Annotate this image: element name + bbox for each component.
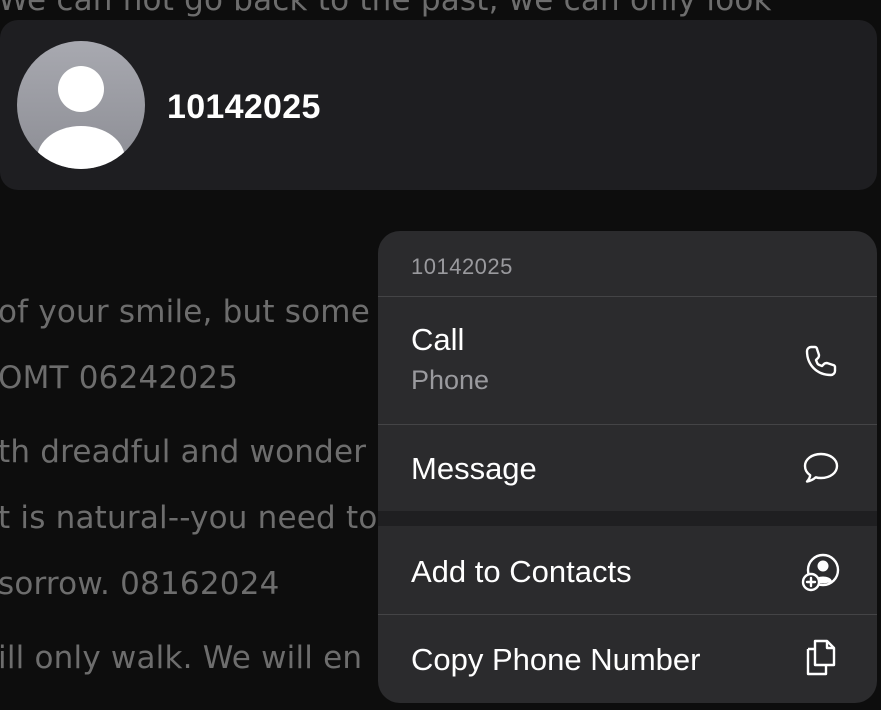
add-contact-icon [801,552,841,592]
menu-header-title: 10142025 [411,254,513,279]
menu-group-separator [378,511,877,526]
person-silhouette-icon [37,66,125,169]
background-line: sorrow. 08162024 [0,566,280,602]
message-label: Message [411,451,537,486]
background-line: t is natural--you need to [0,500,378,536]
avatar [17,41,145,169]
menu-header: 10142025 [378,231,877,297]
phone-icon [801,341,841,381]
contact-title: 10142025 [167,88,321,126]
background-line: of your smile, but some [0,294,370,330]
copy-icon [801,637,841,677]
add-to-contacts-label: Add to Contacts [411,554,632,589]
background-line-top: We can not go back to the past, we can o… [0,0,772,18]
message-menu-item[interactable]: Message [378,425,877,511]
call-menu-item[interactable]: Call Phone [378,297,877,424]
copy-phone-number-menu-item[interactable]: Copy Phone Number [378,615,877,703]
background-line: th dreadful and wonder [0,434,367,470]
call-sublabel: Phone [411,365,490,395]
background-line: ill only walk. We will en [0,640,363,676]
message-bubble-icon [801,448,841,488]
add-to-contacts-menu-item[interactable]: Add to Contacts [378,526,877,614]
copy-phone-number-label: Copy Phone Number [411,642,701,677]
contact-preview-card: 10142025 [0,20,877,190]
context-menu: 10142025 Call Phone Message Add to Conta… [378,231,877,703]
call-label: Call [411,322,465,357]
background-line: OMT 06242025 [0,360,239,396]
